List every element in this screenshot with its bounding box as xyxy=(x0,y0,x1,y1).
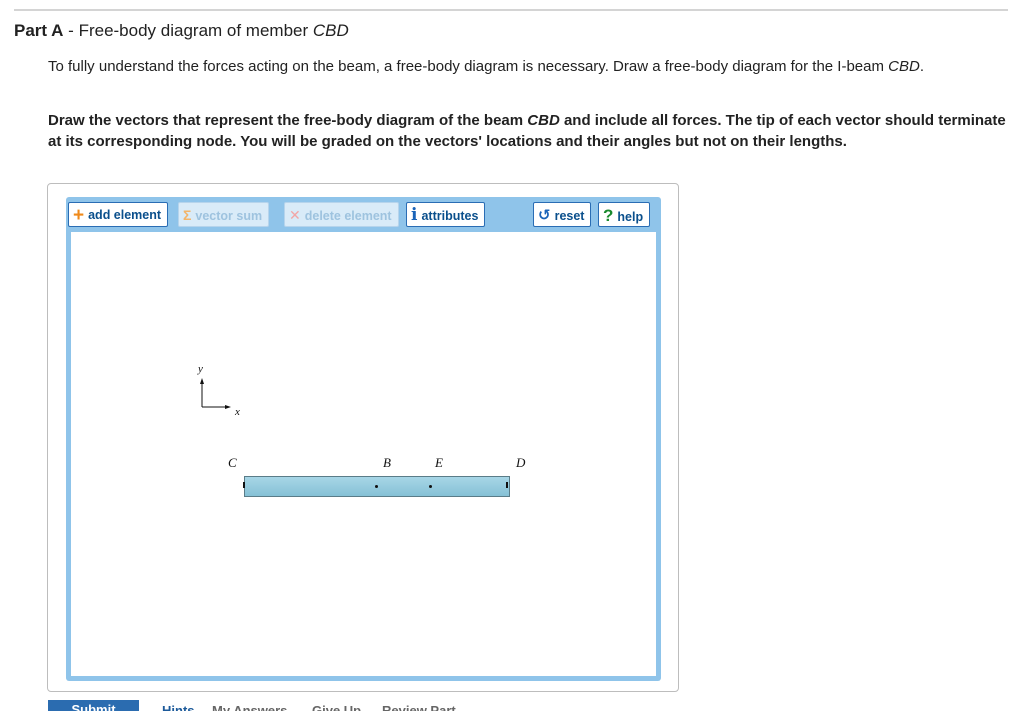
delete-element-button[interactable]: ✕ delete element xyxy=(284,202,399,227)
top-divider xyxy=(14,9,1008,11)
delete-element-label: delete element xyxy=(304,209,392,223)
give-up-link[interactable]: Give Up xyxy=(312,703,361,711)
reset-icon: ↺ xyxy=(538,207,551,224)
drawing-tool: + add element Σvector sum ✕ delete element… xyxy=(66,197,661,681)
vector-sum-label: vector sum xyxy=(195,209,263,223)
hints-link[interactable]: Hints xyxy=(162,703,195,711)
node-e-point xyxy=(429,485,432,488)
intro-text: To fully understand the forces acting on… xyxy=(48,58,889,75)
submit-button[interactable]: Submit xyxy=(48,700,139,711)
node-d-marker xyxy=(506,482,508,488)
node-label-b: B xyxy=(383,455,391,470)
answer-controls: Submit Hints My Answers Give Up Review P… xyxy=(0,700,1024,711)
instructions-member: CBD xyxy=(527,112,560,129)
intro-end: . xyxy=(919,58,924,75)
review-part-link[interactable]: Review Part xyxy=(382,703,456,711)
reset-label: reset xyxy=(554,209,585,223)
part-title-text: Free-body diagram of member xyxy=(78,21,313,40)
instructions-text-1: Draw the vectors that represent the free… xyxy=(48,112,528,129)
drawing-toolbar: + add element Σvector sum ✕ delete element… xyxy=(66,197,661,231)
delete-icon: ✕ xyxy=(289,207,301,223)
add-element-label: add element xyxy=(88,208,162,222)
help-icon: ? xyxy=(603,206,614,225)
instructions-paragraph: Draw the vectors that represent the free… xyxy=(48,110,1013,152)
attributes-label: attributes xyxy=(421,209,479,223)
node-label-e: E xyxy=(435,455,443,470)
y-axis-label: y xyxy=(198,363,203,375)
help-button[interactable]: ? help xyxy=(598,202,651,227)
part-label: Part A xyxy=(14,21,64,40)
info-icon: i xyxy=(411,205,418,225)
part-title-member: CBD xyxy=(312,21,349,40)
add-element-button[interactable]: + add element xyxy=(68,202,169,227)
x-axis-arrowhead xyxy=(225,405,231,409)
drawing-tool-frame: + add element Σvector sum ✕ delete element… xyxy=(47,183,679,692)
node-label-d: D xyxy=(516,455,526,470)
x-axis-label: x xyxy=(235,406,240,418)
reset-button[interactable]: ↺ reset xyxy=(533,202,592,227)
node-label-c: C xyxy=(228,455,237,470)
intro-member: CBD xyxy=(888,58,920,75)
vector-sum-button[interactable]: Σvector sum xyxy=(178,202,270,227)
node-c-marker xyxy=(243,482,245,488)
plus-icon: + xyxy=(73,205,85,226)
drawing-canvas[interactable]: y x C B E D xyxy=(71,232,656,676)
help-label: help xyxy=(617,210,644,224)
part-separator: - xyxy=(63,21,79,40)
attributes-button[interactable]: i attributes xyxy=(406,202,486,227)
y-axis-arrowhead xyxy=(200,378,204,384)
axes-svg xyxy=(200,378,231,409)
part-title: Part A - Free-body diagram of member CBD xyxy=(14,21,349,41)
sigma-icon: Σ xyxy=(183,207,192,223)
node-b-point xyxy=(375,485,378,488)
intro-paragraph: To fully understand the forces acting on… xyxy=(48,57,988,76)
my-answers-link[interactable]: My Answers xyxy=(212,703,287,711)
